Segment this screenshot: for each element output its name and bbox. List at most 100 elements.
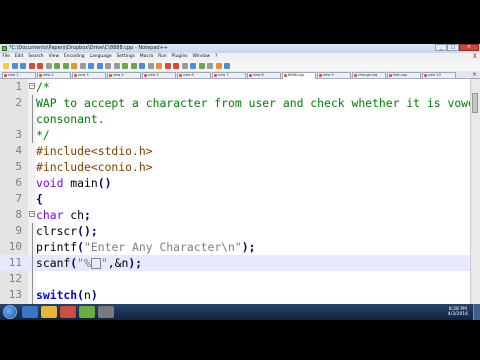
menu-item[interactable]: Encoding (62, 53, 88, 61)
fold-line (32, 287, 33, 303)
menu-item[interactable]: Search (26, 53, 46, 61)
tab-label: new 5 (148, 73, 159, 77)
toolbar-button-icon[interactable] (71, 63, 77, 69)
code-token: ; (84, 208, 91, 222)
menu-item[interactable]: Language (87, 53, 114, 61)
code-line[interactable]: 3 */ (0, 127, 480, 143)
toolbar-button-icon[interactable] (113, 63, 120, 69)
toolbar-button-icon[interactable] (156, 63, 162, 69)
minimize-button[interactable]: _ (435, 44, 447, 51)
toolbar-button-icon[interactable] (130, 63, 137, 69)
toolbar-button-icon[interactable] (207, 63, 213, 69)
close-button[interactable]: × (459, 44, 479, 51)
fold-toggle-icon[interactable]: − (29, 211, 35, 217)
close-tab-icon[interactable]: × (472, 71, 477, 78)
menu-item[interactable]: Window (190, 53, 213, 61)
menu-item[interactable]: View (46, 53, 61, 61)
fold-line (32, 255, 33, 271)
maximize-button[interactable]: □ (447, 44, 459, 51)
code-line[interactable]: 2 WAP to accept a character from user and… (0, 95, 480, 111)
toolbar-button-icon[interactable] (62, 63, 69, 69)
code-line[interactable]: 9 clrscr(); (0, 223, 480, 239)
fold-line (32, 239, 33, 255)
toolbar-button-icon[interactable] (45, 63, 52, 69)
code-line[interactable]: 13 switch(n) (0, 287, 480, 303)
toolbar-button-icon[interactable] (11, 63, 18, 69)
toolbar-button-icon[interactable] (139, 63, 145, 69)
modified-file-icon (249, 74, 252, 77)
toolbar-button-icon[interactable] (122, 63, 128, 69)
code-text: char ch; (36, 207, 91, 223)
document-tab[interactable]: new 3 (72, 72, 106, 78)
code-token: ( (77, 288, 85, 302)
document-tab[interactable]: new 10 (422, 72, 456, 78)
media-icon[interactable] (60, 306, 76, 318)
code-line[interactable]: 12 (0, 271, 480, 287)
toolbar-button-icon[interactable] (105, 63, 111, 69)
document-tab[interactable]: new 1 (2, 72, 36, 78)
document-tab[interactable]: change.log (352, 72, 386, 78)
toolbar-button-icon[interactable] (3, 63, 9, 69)
code-line[interactable]: 6 void main() (0, 175, 480, 191)
document-tab[interactable]: 8888.cpp (282, 72, 316, 79)
toolbar-button-icon[interactable] (215, 63, 222, 69)
scrollbar-thumb[interactable] (472, 93, 478, 113)
menu-item[interactable]: File (0, 53, 12, 61)
code-text: void main() (36, 175, 111, 191)
menu-item[interactable]: Settings (114, 53, 137, 61)
code-line[interactable]: 8 − char ch; (0, 207, 480, 223)
toolbar-button-icon[interactable] (88, 63, 94, 69)
document-tab[interactable]: new 8 (247, 72, 281, 78)
document-tab[interactable]: new 5 (142, 72, 176, 78)
menu-item[interactable]: Edit (12, 53, 26, 61)
toolbar-button-icon[interactable] (198, 63, 205, 69)
document-tab[interactable]: new 2 (37, 72, 71, 78)
start-button[interactable] (3, 305, 17, 319)
code-text: { (36, 191, 43, 207)
fold-toggle-icon[interactable]: − (29, 83, 35, 89)
menu-item[interactable]: Macro (137, 53, 155, 61)
toolbar-button-icon[interactable] (181, 63, 188, 69)
code-line[interactable]: 10 printf("Enter Any Character\n"); (0, 239, 480, 255)
toolbar-button-icon[interactable] (79, 63, 86, 69)
code-token: (); (77, 224, 98, 238)
code-token: scanf (36, 256, 71, 270)
code-line[interactable]: 11 scanf("% ",&n); (0, 255, 480, 271)
document-tab[interactable]: new 4 (107, 72, 141, 78)
tab-label: new 7 (218, 73, 229, 77)
modified-file-icon (4, 74, 7, 77)
code-token: " (100, 256, 108, 270)
code-editor[interactable]: 1−/* 2 WAP to accept a character from user… (0, 79, 480, 311)
document-tab[interactable]: test.cpp (387, 72, 421, 78)
vertical-scrollbar[interactable] (470, 79, 480, 311)
document-tab[interactable]: new 6 (177, 72, 211, 78)
app-icon[interactable] (98, 306, 114, 318)
toolbar-button-icon[interactable] (54, 63, 60, 69)
toolbar-button-icon[interactable] (224, 63, 230, 69)
toolbar-button-icon[interactable] (173, 63, 179, 69)
toolbar-button-icon[interactable] (190, 63, 196, 69)
notepadpp-taskbar-icon[interactable] (79, 306, 95, 318)
code-line[interactable]: 4 #include<stdio.h> (0, 143, 480, 159)
document-tab[interactable]: new 9 (317, 72, 351, 78)
clock[interactable]: 8:28 PM 4/3/2016 (448, 307, 468, 317)
fold-line (32, 111, 33, 127)
ie-icon[interactable] (22, 306, 38, 318)
code-line[interactable]: 5 #include<conio.h> (0, 159, 480, 175)
show-desktop-button[interactable] (473, 304, 480, 320)
toolbar-button-icon[interactable] (147, 63, 154, 69)
menu-item[interactable]: ? (213, 53, 220, 61)
toolbar-button-icon[interactable] (20, 63, 26, 69)
toolbar-button-icon[interactable] (164, 63, 171, 69)
toolbar-button-icon[interactable] (28, 63, 35, 69)
code-line[interactable]: consonant. (0, 111, 480, 127)
document-tab[interactable]: new 7 (212, 72, 246, 78)
code-line[interactable]: 7{ (0, 191, 480, 207)
menu-item[interactable]: Plugins (169, 53, 190, 61)
toolbar-button-icon[interactable] (37, 63, 43, 69)
explorer-icon[interactable] (41, 306, 57, 318)
toolbar-button-icon[interactable] (96, 63, 103, 69)
menu-item[interactable]: Run (156, 53, 169, 61)
code-line[interactable]: 1 −/* (0, 79, 480, 95)
close-document-icon[interactable]: X (473, 53, 477, 61)
